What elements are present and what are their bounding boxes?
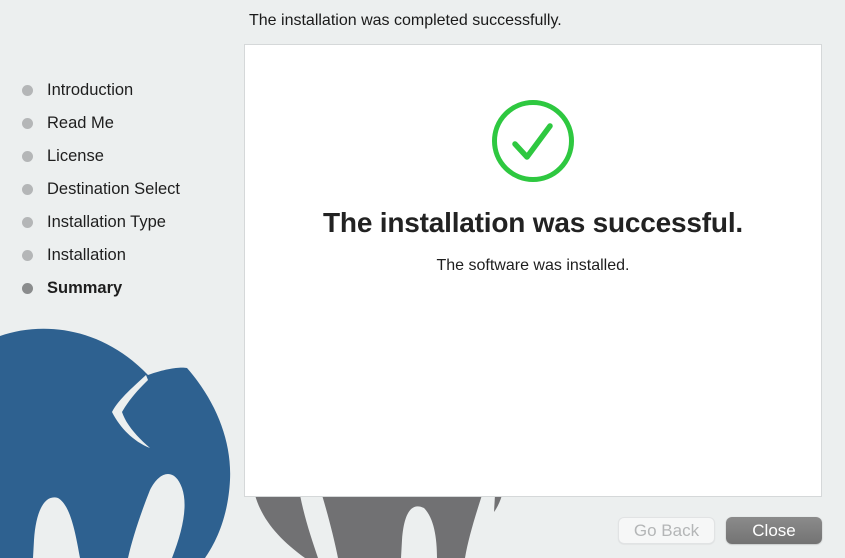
sidebar-step-introduction: Introduction [22, 74, 180, 107]
step-label: Destination Select [47, 180, 180, 198]
sidebar-step-summary: Summary [22, 272, 180, 305]
step-bullet-icon [22, 184, 33, 195]
success-title: The installation was successful. [323, 207, 743, 238]
summary-content-panel: The installation was successful. The sof… [244, 44, 822, 497]
step-bullet-icon [22, 85, 33, 96]
step-label: Summary [47, 279, 123, 297]
status-header: The installation was completed successfu… [249, 12, 562, 29]
gray-elephant-graphic [255, 495, 502, 558]
blue-elephant-graphic [0, 328, 231, 558]
close-button[interactable]: Close [726, 517, 822, 544]
step-bullet-icon [22, 151, 33, 162]
step-label: Read Me [47, 114, 114, 132]
step-bullet-icon [22, 250, 33, 261]
step-label: Installation [47, 246, 126, 264]
step-bullet-icon [22, 217, 33, 228]
sidebar-step-read-me: Read Me [22, 107, 180, 140]
step-bullet-icon [22, 283, 33, 294]
step-bullet-icon [22, 118, 33, 129]
installer-steps-sidebar: Introduction Read Me License Destination… [22, 74, 180, 305]
go-back-button[interactable]: Go Back [618, 517, 715, 544]
sidebar-step-installation-type: Installation Type [22, 206, 180, 239]
checkmark-circle-icon [492, 100, 574, 182]
sidebar-step-destination-select: Destination Select [22, 173, 180, 206]
step-label: Installation Type [47, 213, 166, 231]
sidebar-step-license: License [22, 140, 180, 173]
step-label: License [47, 147, 104, 165]
sidebar-step-installation: Installation [22, 239, 180, 272]
success-subtitle: The software was installed. [436, 257, 630, 274]
step-label: Introduction [47, 81, 134, 99]
